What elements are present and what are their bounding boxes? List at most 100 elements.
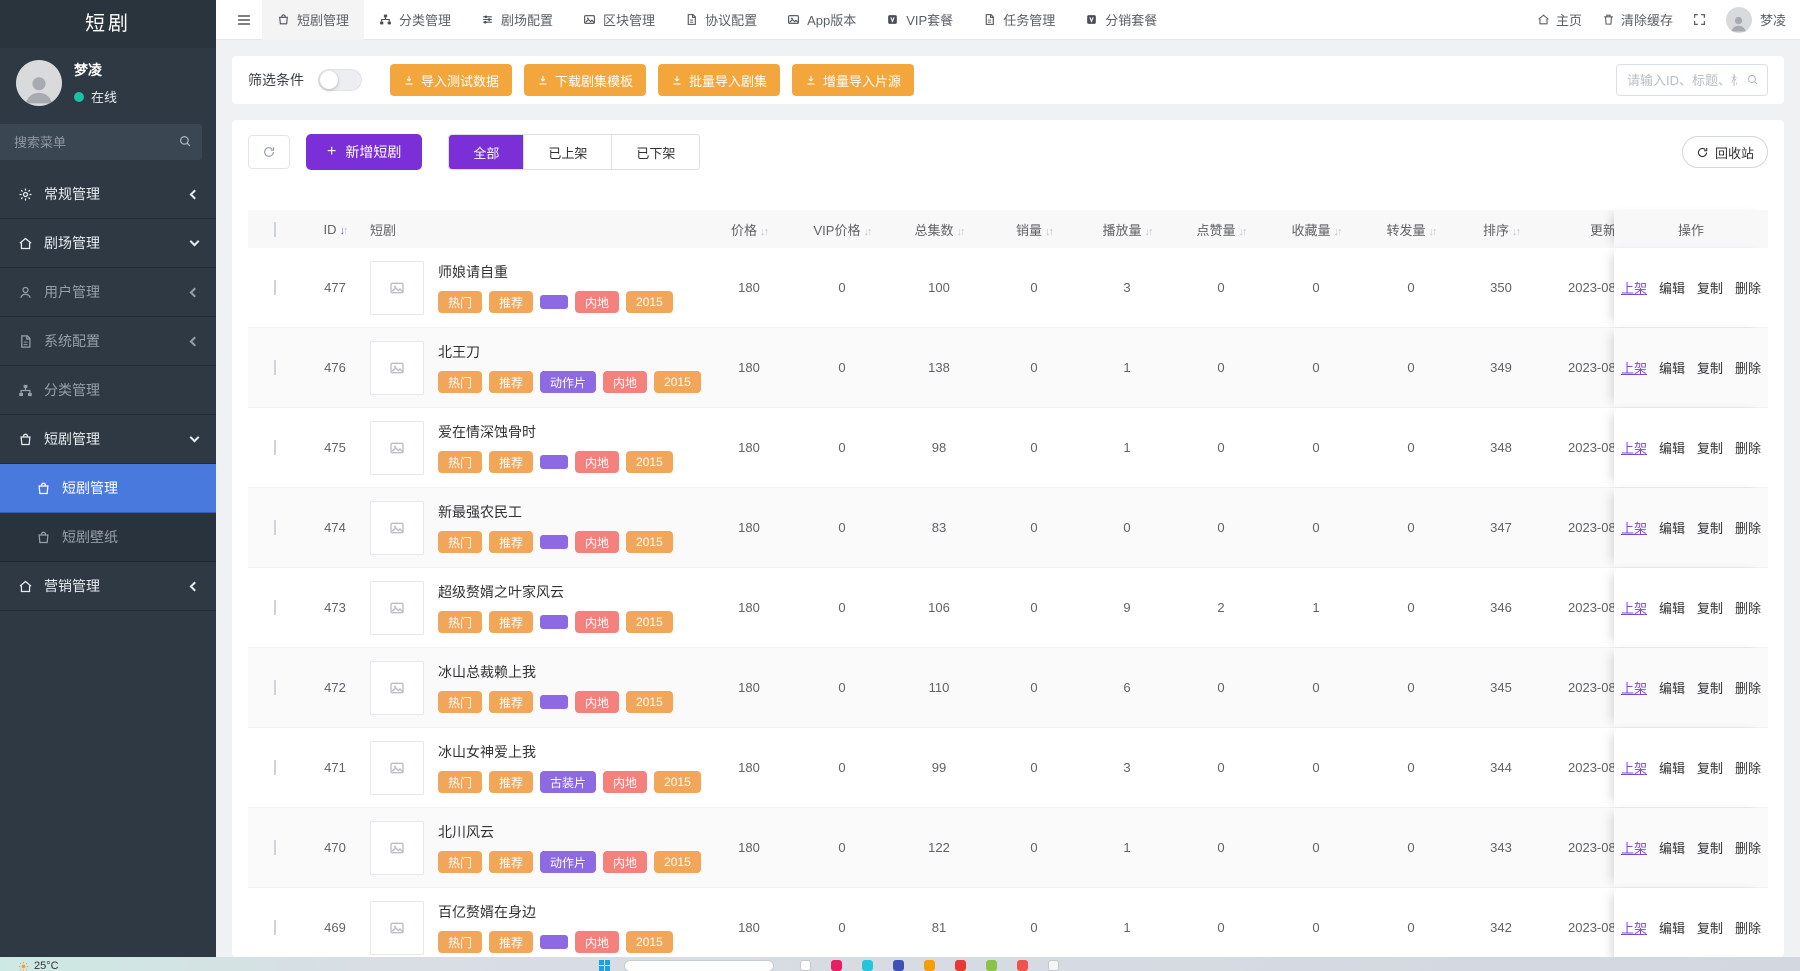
add-drama-button[interactable]: +新增短剧 bbox=[306, 134, 422, 170]
drama-thumbnail[interactable] bbox=[370, 661, 424, 715]
action-编辑[interactable]: 编辑 bbox=[1659, 438, 1685, 457]
action-删除[interactable]: 删除 bbox=[1735, 678, 1761, 697]
action-上架[interactable]: 上架 bbox=[1621, 358, 1647, 377]
header-price[interactable]: 价格↓↑ bbox=[704, 220, 794, 239]
import-button-增量导入片源[interactable]: 增量导入片源 bbox=[792, 64, 914, 96]
row-checkbox[interactable] bbox=[274, 280, 276, 295]
drama-thumbnail[interactable] bbox=[370, 821, 424, 875]
row-checkbox[interactable] bbox=[274, 600, 276, 615]
navbar-user[interactable]: 梦凌 bbox=[1726, 7, 1786, 33]
nav-tab-分类管理[interactable]: 分类管理 bbox=[364, 0, 466, 40]
action-上架[interactable]: 上架 bbox=[1621, 518, 1647, 537]
taskbar-app-icon[interactable] bbox=[1048, 960, 1059, 971]
action-复制[interactable]: 复制 bbox=[1697, 758, 1723, 777]
header-vip_price[interactable]: VIP价格↓↑ bbox=[794, 220, 890, 239]
status-tab-全部[interactable]: 全部 bbox=[449, 135, 523, 169]
action-删除[interactable]: 删除 bbox=[1735, 438, 1761, 457]
action-复制[interactable]: 复制 bbox=[1697, 678, 1723, 697]
taskbar-app-icon[interactable] bbox=[955, 960, 966, 971]
sidebar-item-营销管理[interactable]: 营销管理 bbox=[0, 562, 216, 611]
row-checkbox[interactable] bbox=[274, 360, 276, 375]
action-编辑[interactable]: 编辑 bbox=[1659, 838, 1685, 857]
taskbar-app-icon[interactable] bbox=[986, 960, 997, 971]
sidebar-item-用户管理[interactable]: 用户管理 bbox=[0, 268, 216, 317]
sort-icon[interactable]: ↓↑ bbox=[1145, 226, 1152, 238]
action-编辑[interactable]: 编辑 bbox=[1659, 278, 1685, 297]
action-上架[interactable]: 上架 bbox=[1621, 278, 1647, 297]
drama-thumbnail[interactable] bbox=[370, 901, 424, 955]
action-复制[interactable]: 复制 bbox=[1697, 278, 1723, 297]
nav-tab-VIP套餐[interactable]: VIP套餐 bbox=[871, 0, 968, 40]
action-编辑[interactable]: 编辑 bbox=[1659, 518, 1685, 537]
action-编辑[interactable]: 编辑 bbox=[1659, 358, 1685, 377]
drama-thumbnail[interactable] bbox=[370, 741, 424, 795]
header-sales[interactable]: 销量↓↑ bbox=[988, 220, 1080, 239]
sidebar-item-系统配置[interactable]: 系统配置 bbox=[0, 317, 216, 366]
header-episodes[interactable]: 总集数↓↑ bbox=[890, 220, 988, 239]
row-checkbox[interactable] bbox=[274, 760, 276, 775]
action-删除[interactable]: 删除 bbox=[1735, 598, 1761, 617]
taskbar-app-icon[interactable] bbox=[1017, 960, 1028, 971]
status-tab-已下架[interactable]: 已下架 bbox=[611, 135, 699, 169]
action-复制[interactable]: 复制 bbox=[1697, 598, 1723, 617]
nav-tab-分销套餐[interactable]: 分销套餐 bbox=[1070, 0, 1172, 40]
action-复制[interactable]: 复制 bbox=[1697, 358, 1723, 377]
action-删除[interactable]: 删除 bbox=[1735, 838, 1761, 857]
action-删除[interactable]: 删除 bbox=[1735, 278, 1761, 297]
nav-tab-任务管理[interactable]: 任务管理 bbox=[968, 0, 1070, 40]
action-上架[interactable]: 上架 bbox=[1621, 918, 1647, 937]
action-删除[interactable]: 删除 bbox=[1735, 358, 1761, 377]
drama-thumbnail[interactable] bbox=[370, 261, 424, 315]
row-checkbox[interactable] bbox=[274, 840, 276, 855]
action-上架[interactable]: 上架 bbox=[1621, 598, 1647, 617]
sidebar-item-短剧管理[interactable]: 短剧管理 bbox=[0, 464, 216, 513]
nav-tab-区块管理[interactable]: 区块管理 bbox=[568, 0, 670, 40]
action-上架[interactable]: 上架 bbox=[1621, 838, 1647, 857]
action-编辑[interactable]: 编辑 bbox=[1659, 918, 1685, 937]
taskbar-app-icon[interactable] bbox=[800, 960, 811, 971]
drama-thumbnail[interactable] bbox=[370, 421, 424, 475]
import-button-批量导入剧集[interactable]: 批量导入剧集 bbox=[658, 64, 780, 96]
action-编辑[interactable]: 编辑 bbox=[1659, 598, 1685, 617]
sort-icon[interactable]: ↓↑ bbox=[1429, 226, 1436, 238]
action-编辑[interactable]: 编辑 bbox=[1659, 758, 1685, 777]
sort-icon[interactable]: ↓↑ bbox=[340, 225, 347, 237]
sort-icon[interactable]: ↓↑ bbox=[957, 226, 964, 238]
taskbar-search-box[interactable] bbox=[624, 960, 774, 971]
nav-tab-剧场配置[interactable]: 剧场配置 bbox=[466, 0, 568, 40]
sort-icon[interactable]: ↓↑ bbox=[760, 226, 767, 238]
taskbar-app-icon[interactable] bbox=[893, 960, 904, 971]
action-删除[interactable]: 删除 bbox=[1735, 758, 1761, 777]
nav-tab-App版本[interactable]: App版本 bbox=[772, 0, 871, 40]
nav-tab-协议配置[interactable]: 协议配置 bbox=[670, 0, 772, 40]
sort-icon[interactable]: ↓↑ bbox=[1045, 226, 1052, 238]
action-上架[interactable]: 上架 bbox=[1621, 758, 1647, 777]
select-all-checkbox[interactable] bbox=[274, 222, 276, 237]
nav-tab-短剧管理[interactable]: 短剧管理 bbox=[262, 0, 364, 40]
sidebar-item-短剧管理[interactable]: 短剧管理 bbox=[0, 415, 216, 464]
sidebar-item-常规管理[interactable]: 常规管理 bbox=[0, 170, 216, 219]
action-上架[interactable]: 上架 bbox=[1621, 438, 1647, 457]
row-checkbox[interactable] bbox=[274, 440, 276, 455]
header-favorites[interactable]: 收藏量↓↑ bbox=[1268, 220, 1364, 239]
row-checkbox[interactable] bbox=[274, 520, 276, 535]
drama-thumbnail[interactable] bbox=[370, 501, 424, 555]
action-编辑[interactable]: 编辑 bbox=[1659, 678, 1685, 697]
action-删除[interactable]: 删除 bbox=[1735, 918, 1761, 937]
taskbar-app-icon[interactable] bbox=[924, 960, 935, 971]
sidebar-item-分类管理[interactable]: 分类管理 bbox=[0, 366, 216, 415]
import-button-导入测试数据[interactable]: 导入测试数据 bbox=[390, 64, 512, 96]
drama-thumbnail[interactable] bbox=[370, 581, 424, 635]
header-likes[interactable]: 点赞量↓↑ bbox=[1174, 220, 1268, 239]
recycle-bin-button[interactable]: 回收站 bbox=[1682, 136, 1768, 168]
taskbar-app-icon[interactable] bbox=[862, 960, 873, 971]
menu-search-input[interactable] bbox=[0, 124, 202, 160]
row-checkbox[interactable] bbox=[274, 920, 276, 935]
action-复制[interactable]: 复制 bbox=[1697, 918, 1723, 937]
sort-icon[interactable]: ↓↑ bbox=[1239, 226, 1246, 238]
windows-start-button[interactable] bbox=[599, 960, 610, 971]
fullscreen-button[interactable] bbox=[1693, 13, 1706, 26]
sort-icon[interactable]: ↓↑ bbox=[1334, 226, 1341, 238]
action-复制[interactable]: 复制 bbox=[1697, 438, 1723, 457]
row-checkbox[interactable] bbox=[274, 680, 276, 695]
